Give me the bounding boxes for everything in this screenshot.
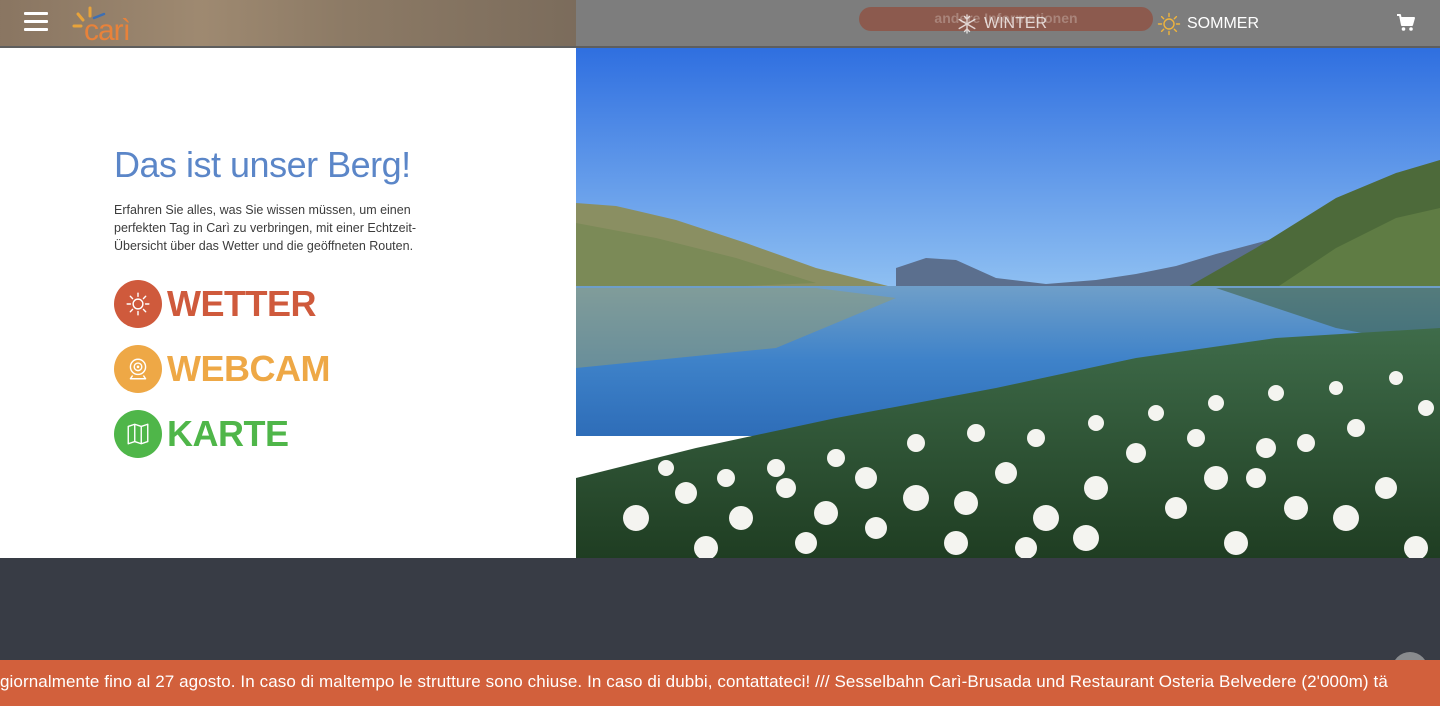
logo[interactable]: carì [70,4,150,47]
map-icon [127,423,149,445]
map-label: KARTE [167,413,289,454]
summer-switch[interactable]: SOMMER [1157,12,1259,36]
top-header: carì andere Informationen WINTER SOMMER [0,0,1440,48]
sun-icon [126,292,150,316]
winter-switch[interactable]: WINTER [956,12,1047,36]
weather-label: WETTER [167,283,316,324]
news-ticker: giornalmente fino al 27 agosto. In caso … [0,660,1440,706]
map-link[interactable]: KARTE [114,410,289,458]
cart-icon[interactable] [1396,13,1416,33]
webcam-label: WEBCAM [167,348,330,389]
menu-icon[interactable] [24,12,48,32]
webcam-link[interactable]: WEBCAM [114,345,330,393]
sun-icon [1157,12,1181,36]
intro-panel: Das ist unser Berg! Erfahren Sie alles, … [0,48,576,558]
winter-label: WINTER [984,15,1048,32]
mountain-lake-photo [576,48,1440,558]
footer-band [0,558,1440,660]
webcam-icon [129,358,147,380]
weather-circle [114,280,162,328]
summer-label: SOMMER [1187,15,1259,32]
snowflake-icon [958,14,976,34]
webcam-circle [114,345,162,393]
ticker-text: giornalmente fino al 27 agosto. In caso … [0,672,1388,691]
map-circle [114,410,162,458]
weather-link[interactable]: WETTER [114,280,316,328]
logo-text: carì [84,14,131,47]
intro-description: Erfahren Sie alles, was Sie wissen müsse… [114,203,416,253]
page-title: Das ist unser Berg! [114,144,411,185]
